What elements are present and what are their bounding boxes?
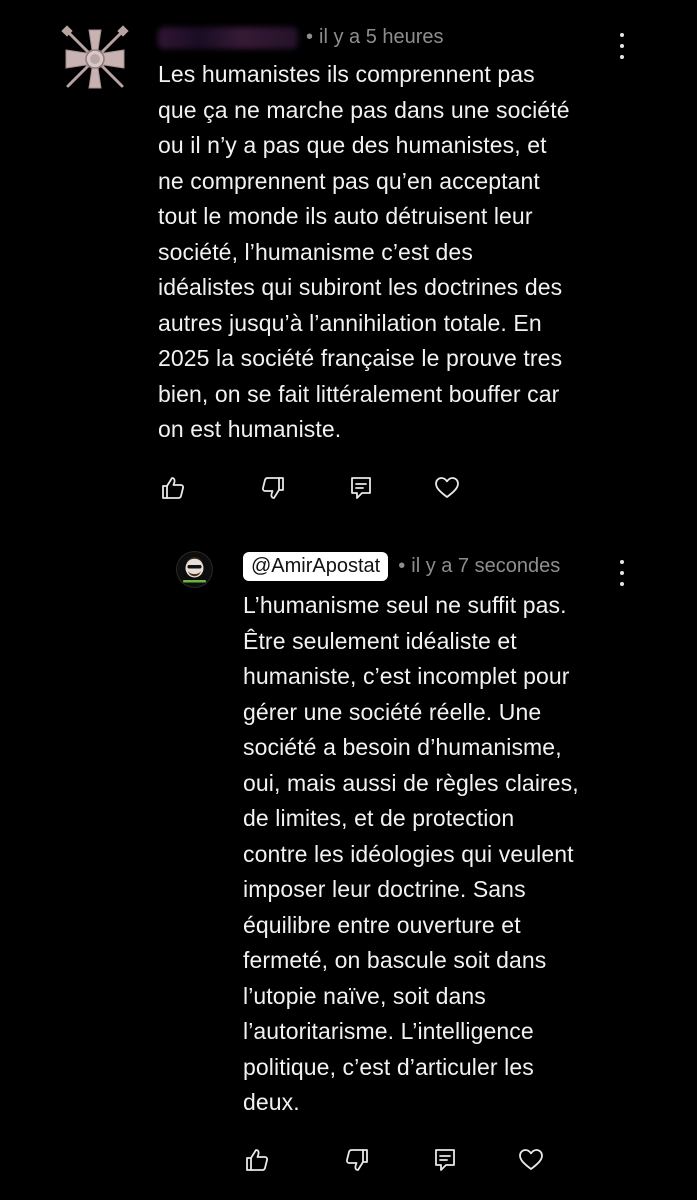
comment-timestamp: il y a 7 secondes [411, 555, 561, 577]
thumbs-down-icon[interactable] [259, 474, 287, 502]
separator-dot: • [306, 26, 314, 48]
thumbs-down-icon[interactable] [343, 1146, 371, 1174]
war-cross-medal-icon[interactable] [60, 24, 130, 94]
separator-dot: • [398, 555, 406, 577]
heart-icon[interactable] [433, 474, 461, 502]
reply-icon[interactable] [347, 474, 375, 502]
reply-icon[interactable] [431, 1146, 459, 1174]
more-options-icon[interactable] [617, 33, 627, 59]
comment-meta: • il y a 5 heures [158, 26, 444, 49]
heart-icon[interactable] [517, 1146, 545, 1174]
thumbs-up-icon[interactable] [159, 474, 187, 502]
author-handle-chip[interactable]: @AmirApostat [243, 552, 389, 581]
reply-body: L’humanisme seul ne suffit pas. Être seu… [243, 592, 579, 1115]
reply-meta: @AmirApostat • il y a 7 secondes [243, 552, 560, 581]
profile-avatar-icon[interactable] [176, 551, 213, 588]
comment-main: • il y a 5 heures Les humanistes ils com… [0, 0, 697, 520]
author-name-redacted[interactable] [158, 26, 298, 49]
reply-actions [243, 1146, 545, 1174]
more-options-icon[interactable] [617, 560, 627, 586]
comment-timestamp: il y a 5 heures [319, 26, 444, 48]
thumbs-up-icon[interactable] [243, 1146, 271, 1174]
comment-actions [159, 474, 461, 502]
comment-body: Les humanistes ils comprennent pas que ç… [158, 61, 570, 442]
